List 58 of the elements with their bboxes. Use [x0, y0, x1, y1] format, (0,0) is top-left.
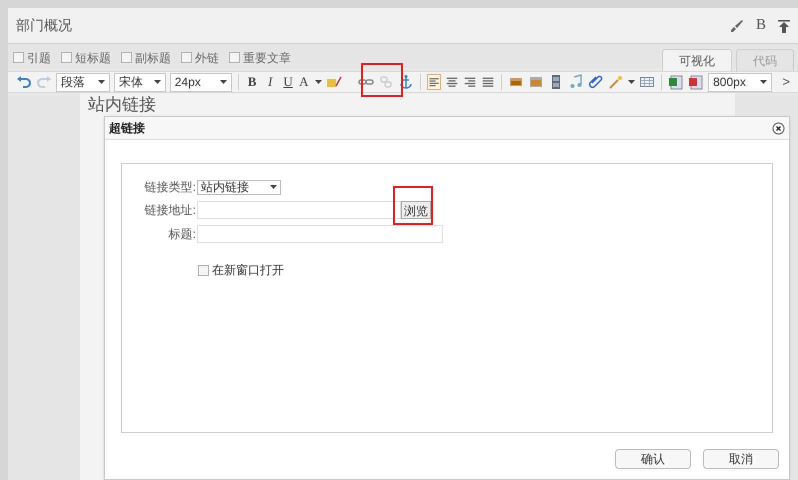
title-field[interactable]: 部门概况 — [16, 15, 730, 36]
caret-icon — [220, 80, 228, 84]
pin-top-icon[interactable] — [778, 18, 790, 32]
option-label: 副标题 — [135, 50, 171, 66]
editor-tab[interactable]: 可视化 — [662, 49, 732, 71]
field-label: 链接地址: — [144, 202, 196, 219]
more-button[interactable]: > — [782, 72, 790, 92]
checkbox[interactable] — [13, 52, 24, 63]
caret-icon — [154, 80, 161, 84]
checkbox[interactable] — [61, 52, 72, 63]
document-heading: 站内链接 — [88, 94, 157, 115]
paragraph-select[interactable]: 段落 — [56, 72, 110, 92]
link-title-field[interactable] — [197, 225, 443, 243]
option-label: 重要文章 — [243, 50, 291, 66]
font-select[interactable]: 宋体 — [114, 72, 166, 92]
highlighter-icon[interactable] — [326, 74, 342, 90]
new-window-label: 在新窗口打开 — [212, 262, 284, 279]
field-label: 标题: — [168, 226, 196, 243]
table-icon[interactable] — [639, 74, 656, 90]
field-label: 链接类型: — [144, 179, 196, 196]
dialog-button[interactable]: 取消 — [703, 449, 779, 469]
magic-wand-icon[interactable] — [608, 74, 624, 90]
align-button[interactable] — [427, 74, 442, 90]
checkbox[interactable] — [181, 52, 192, 63]
option-label: 引题 — [27, 50, 51, 66]
option-label: 短标题 — [75, 50, 111, 66]
brush-icon[interactable] — [730, 18, 744, 32]
checkbox[interactable] — [198, 264, 209, 276]
bold-toggle[interactable]: B — [756, 14, 766, 37]
paperclip-icon[interactable] — [588, 74, 604, 90]
browse-button[interactable]: 浏览 — [401, 201, 431, 219]
caret-icon — [270, 185, 277, 189]
music-icon[interactable] — [568, 74, 584, 90]
dialog-title: 超链接 — [109, 120, 146, 137]
highlight-frame — [393, 186, 433, 225]
option-label: 外链 — [195, 50, 219, 66]
pdf-icon[interactable] — [688, 74, 704, 90]
checkbox[interactable] — [121, 52, 132, 63]
anchor-icon[interactable] — [398, 74, 414, 90]
close-icon[interactable] — [772, 122, 785, 134]
image-icon[interactable] — [528, 74, 544, 90]
caret-icon — [98, 80, 105, 84]
caret-icon — [628, 80, 636, 84]
size-select[interactable]: 24px — [170, 72, 232, 92]
italic-button[interactable]: I — [263, 72, 278, 92]
caret-icon — [760, 80, 768, 84]
bold-button[interactable]: B — [245, 72, 260, 92]
font-color-button[interactable]: A — [299, 72, 310, 92]
link-type-select[interactable]: 站内链接 — [197, 180, 281, 194]
link-url-field[interactable] — [197, 201, 401, 219]
spreadsheet-icon[interactable] — [668, 74, 684, 90]
dialog-button[interactable]: 确认 — [615, 449, 691, 469]
caret-icon — [314, 80, 322, 84]
checkbox[interactable] — [229, 52, 240, 63]
width-select[interactable]: 800px — [708, 72, 772, 92]
highlight-frame — [361, 63, 403, 97]
undo-icon[interactable] — [16, 74, 32, 90]
underline-button[interactable]: U — [281, 72, 296, 92]
